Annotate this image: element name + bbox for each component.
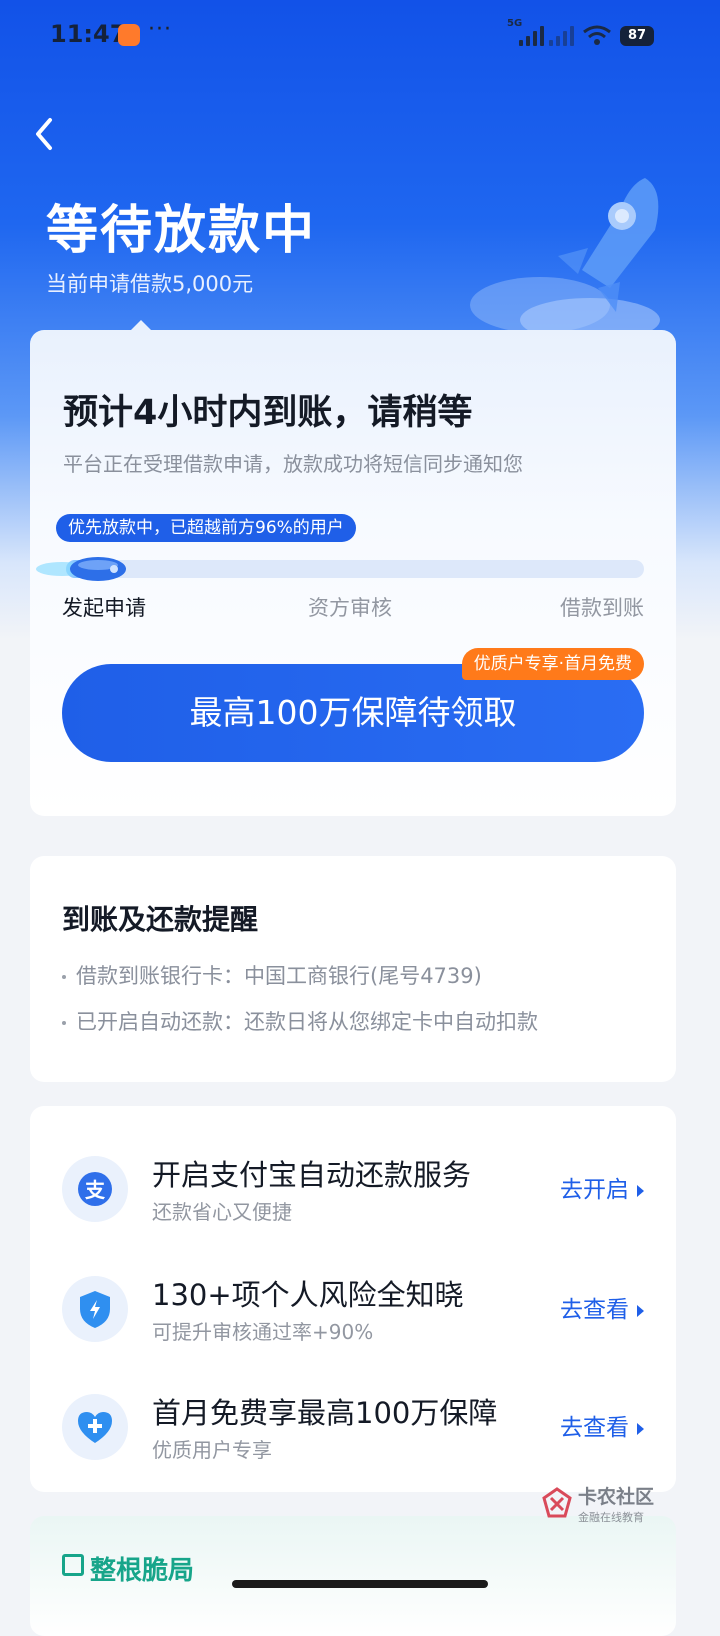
bottom-partial-card[interactable]: 整根脆局 — [30, 1516, 676, 1636]
play-arrow-icon — [637, 1304, 644, 1317]
eta-subtitle: 平台正在受理借款申请，放款成功将短信同步通知您 — [63, 452, 523, 476]
service-row-protection[interactable]: 首月免费享最高100万保障 优质用户专享 去查看 — [30, 1384, 676, 1484]
alipay-icon: 支 — [62, 1156, 128, 1222]
reminder-card: 到账及还款提醒 借款到账银行卡：中国工商银行(尾号4739) 已开启自动还款：还… — [30, 856, 676, 1082]
priority-badge: 优先放款中，已超越前方96%的用户 — [56, 514, 356, 542]
signal-icon — [515, 24, 545, 46]
reminder-bank-card: 借款到账银行卡：中国工商银行(尾号4739) — [76, 964, 482, 988]
status-time: 11:47 — [50, 20, 127, 48]
signal-icon-secondary — [549, 24, 579, 46]
reminder-title: 到账及还款提醒 — [62, 903, 259, 936]
reminder-auto-repay: 已开启自动还款：还款日将从您绑定卡中自动扣款 — [76, 1010, 538, 1034]
bottom-card-title: 整根脆局 — [90, 1556, 195, 1586]
service-row-risk[interactable]: 130+项个人风险全知晓 可提升审核通过率+90% 去查看 — [30, 1266, 676, 1366]
service-row-alipay[interactable]: 支 开启支付宝自动还款服务 还款省心又便捷 去开启 — [30, 1146, 676, 1246]
rocket-illustration-icon — [470, 178, 660, 340]
wifi-icon — [583, 25, 611, 45]
reminder-item: 借款到账银行卡：中国工商银行(尾号4739) — [62, 960, 482, 990]
progress-card: 预计4小时内到账，请稍等 平台正在受理借款申请，放款成功将短信同步通知您 优先放… — [30, 320, 676, 816]
view-protection-link[interactable]: 去查看 — [560, 1408, 644, 1442]
card-pointer — [130, 320, 152, 331]
step-apply: 发起申请 — [62, 596, 146, 620]
shield-bolt-icon — [62, 1276, 128, 1342]
reminder-item: 已开启自动还款：还款日将从您绑定卡中自动扣款 — [62, 1006, 538, 1036]
app-notification-icon — [118, 24, 140, 46]
watermark: 卡农社区 金融在线教育 — [540, 1482, 690, 1532]
enable-alipay-link[interactable]: 去开启 — [560, 1170, 644, 1204]
svg-text:支: 支 — [85, 1178, 106, 1202]
view-risk-link[interactable]: 去查看 — [560, 1290, 644, 1324]
back-arrow-icon[interactable] — [28, 112, 68, 156]
rocket-progress-icon — [36, 557, 126, 581]
home-indicator[interactable] — [232, 1580, 488, 1588]
services-card: 支 开启支付宝自动还款服务 还款省心又便捷 去开启 130+项个人风险全知晓 可… — [30, 1106, 676, 1492]
home-icon — [62, 1554, 84, 1576]
watermark-name: 卡农社区 — [578, 1486, 655, 1508]
eta-title: 预计4小时内到账，请稍等 — [63, 393, 473, 433]
bullet-icon — [62, 1021, 66, 1025]
page-title: 等待放款中 — [46, 201, 317, 261]
progress-track — [36, 557, 644, 581]
heart-plus-icon — [62, 1394, 128, 1460]
service-title: 开启支付宝自动还款服务 — [152, 1158, 472, 1192]
service-subtitle: 优质用户专享 — [152, 1438, 272, 1462]
watermark-logo-icon — [542, 1487, 572, 1518]
battery-indicator: 87 — [620, 26, 654, 46]
exclusive-offer-tag: 优质户专享·首月免费 — [461, 648, 644, 680]
loan-amount-subtitle: 当前申请借款5,000元 — [46, 272, 254, 296]
play-arrow-icon — [637, 1422, 644, 1435]
step-review: 资方审核 — [308, 596, 392, 620]
service-title: 首月免费享最高100万保障 — [152, 1396, 498, 1430]
service-subtitle: 还款省心又便捷 — [152, 1200, 292, 1224]
play-arrow-icon — [637, 1184, 644, 1197]
service-subtitle: 可提升审核通过率+90% — [152, 1320, 374, 1344]
more-notifications-icon: ··· — [148, 17, 172, 42]
service-title: 130+项个人风险全知晓 — [152, 1278, 464, 1312]
bullet-icon — [62, 975, 66, 979]
status-bar: 11:47 ··· 5G 87 — [0, 0, 720, 72]
step-arrival: 借款到账 — [560, 596, 644, 620]
watermark-tagline: 金融在线教育 — [578, 1511, 644, 1524]
